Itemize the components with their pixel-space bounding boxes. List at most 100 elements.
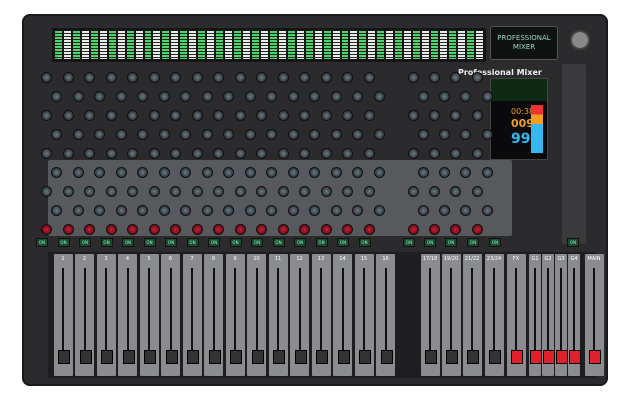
- on-button[interactable]: ON: [489, 238, 501, 247]
- knob[interactable]: [373, 167, 385, 178]
- knob[interactable]: [148, 72, 160, 83]
- knob[interactable]: [460, 167, 471, 178]
- knob[interactable]: [429, 110, 440, 121]
- knob[interactable]: [299, 110, 310, 121]
- knob[interactable]: [158, 205, 170, 216]
- knob[interactable]: [418, 129, 429, 140]
- knob[interactable]: [223, 91, 234, 102]
- knob[interactable]: [287, 129, 299, 140]
- knob[interactable]: [51, 205, 62, 216]
- knob[interactable]: [115, 205, 127, 216]
- fader-knob[interactable]: [294, 350, 307, 364]
- knob[interactable]: [191, 148, 203, 159]
- knob[interactable]: [450, 148, 461, 159]
- fader-knob[interactable]: [543, 350, 555, 364]
- knob[interactable]: [256, 224, 267, 235]
- knob[interactable]: [342, 110, 353, 121]
- knob[interactable]: [84, 148, 95, 159]
- knob[interactable]: [460, 205, 471, 216]
- knob[interactable]: [266, 167, 277, 178]
- fader-knob[interactable]: [446, 350, 458, 364]
- fader-knob[interactable]: [187, 350, 199, 364]
- on-button[interactable]: ON: [358, 238, 371, 247]
- knob[interactable]: [213, 148, 224, 159]
- knob[interactable]: [41, 148, 52, 159]
- fader-knob[interactable]: [208, 350, 221, 364]
- knob[interactable]: [213, 186, 224, 197]
- knob[interactable]: [408, 148, 419, 159]
- knob[interactable]: [105, 148, 117, 159]
- knob[interactable]: [408, 186, 419, 197]
- knob[interactable]: [320, 148, 332, 159]
- knob[interactable]: [62, 224, 74, 235]
- fader-knob[interactable]: [230, 350, 242, 364]
- knob[interactable]: [201, 205, 213, 216]
- fader-knob[interactable]: [337, 350, 350, 364]
- knob[interactable]: [127, 148, 138, 159]
- knob[interactable]: [127, 72, 138, 83]
- knob[interactable]: [137, 205, 148, 216]
- knob[interactable]: [170, 186, 181, 197]
- knob[interactable]: [234, 72, 246, 83]
- knob[interactable]: [472, 72, 483, 83]
- knob[interactable]: [330, 205, 342, 216]
- fader-knob[interactable]: [79, 350, 92, 364]
- knob[interactable]: [94, 91, 105, 102]
- on-button[interactable]: ON: [229, 238, 242, 247]
- on-button[interactable]: ON: [100, 238, 113, 247]
- knob[interactable]: [72, 129, 84, 140]
- on-button[interactable]: ON: [36, 238, 48, 247]
- knob[interactable]: [299, 72, 310, 83]
- knob[interactable]: [115, 91, 127, 102]
- knob[interactable]: [41, 72, 52, 83]
- knob[interactable]: [213, 224, 224, 235]
- knob[interactable]: [439, 129, 450, 140]
- knob[interactable]: [266, 91, 277, 102]
- knob[interactable]: [62, 148, 74, 159]
- fader-knob[interactable]: [425, 350, 437, 364]
- knob[interactable]: [72, 167, 84, 178]
- knob[interactable]: [256, 72, 267, 83]
- knob[interactable]: [213, 110, 224, 121]
- on-button[interactable]: ON: [403, 238, 415, 247]
- knob[interactable]: [363, 148, 375, 159]
- knob[interactable]: [170, 110, 181, 121]
- knob[interactable]: [460, 129, 471, 140]
- knob[interactable]: [191, 186, 203, 197]
- knob[interactable]: [460, 91, 471, 102]
- knob[interactable]: [148, 186, 160, 197]
- knob[interactable]: [299, 224, 310, 235]
- fader-knob[interactable]: [144, 350, 156, 364]
- knob[interactable]: [41, 186, 52, 197]
- knob[interactable]: [277, 72, 289, 83]
- knob[interactable]: [342, 224, 353, 235]
- knob[interactable]: [408, 224, 419, 235]
- knob[interactable]: [429, 186, 440, 197]
- knob[interactable]: [137, 129, 148, 140]
- fader-knob[interactable]: [359, 350, 371, 364]
- on-button[interactable]: ON: [186, 238, 199, 247]
- knob[interactable]: [115, 167, 127, 178]
- fader-knob[interactable]: [165, 350, 178, 364]
- knob[interactable]: [51, 91, 62, 102]
- knob[interactable]: [439, 91, 450, 102]
- knob[interactable]: [266, 205, 277, 216]
- fader-knob[interactable]: [58, 350, 70, 364]
- knob[interactable]: [352, 91, 363, 102]
- knob[interactable]: [62, 110, 74, 121]
- knob[interactable]: [373, 91, 385, 102]
- knob[interactable]: [408, 110, 419, 121]
- knob[interactable]: [472, 110, 483, 121]
- knob[interactable]: [180, 167, 191, 178]
- knob[interactable]: [84, 224, 95, 235]
- on-button[interactable]: ON: [272, 238, 285, 247]
- knob[interactable]: [244, 91, 256, 102]
- knob[interactable]: [482, 91, 493, 102]
- knob[interactable]: [482, 205, 493, 216]
- knob[interactable]: [309, 129, 320, 140]
- knob[interactable]: [352, 129, 363, 140]
- knob[interactable]: [223, 129, 234, 140]
- knob[interactable]: [234, 148, 246, 159]
- knob[interactable]: [51, 129, 62, 140]
- knob[interactable]: [363, 110, 375, 121]
